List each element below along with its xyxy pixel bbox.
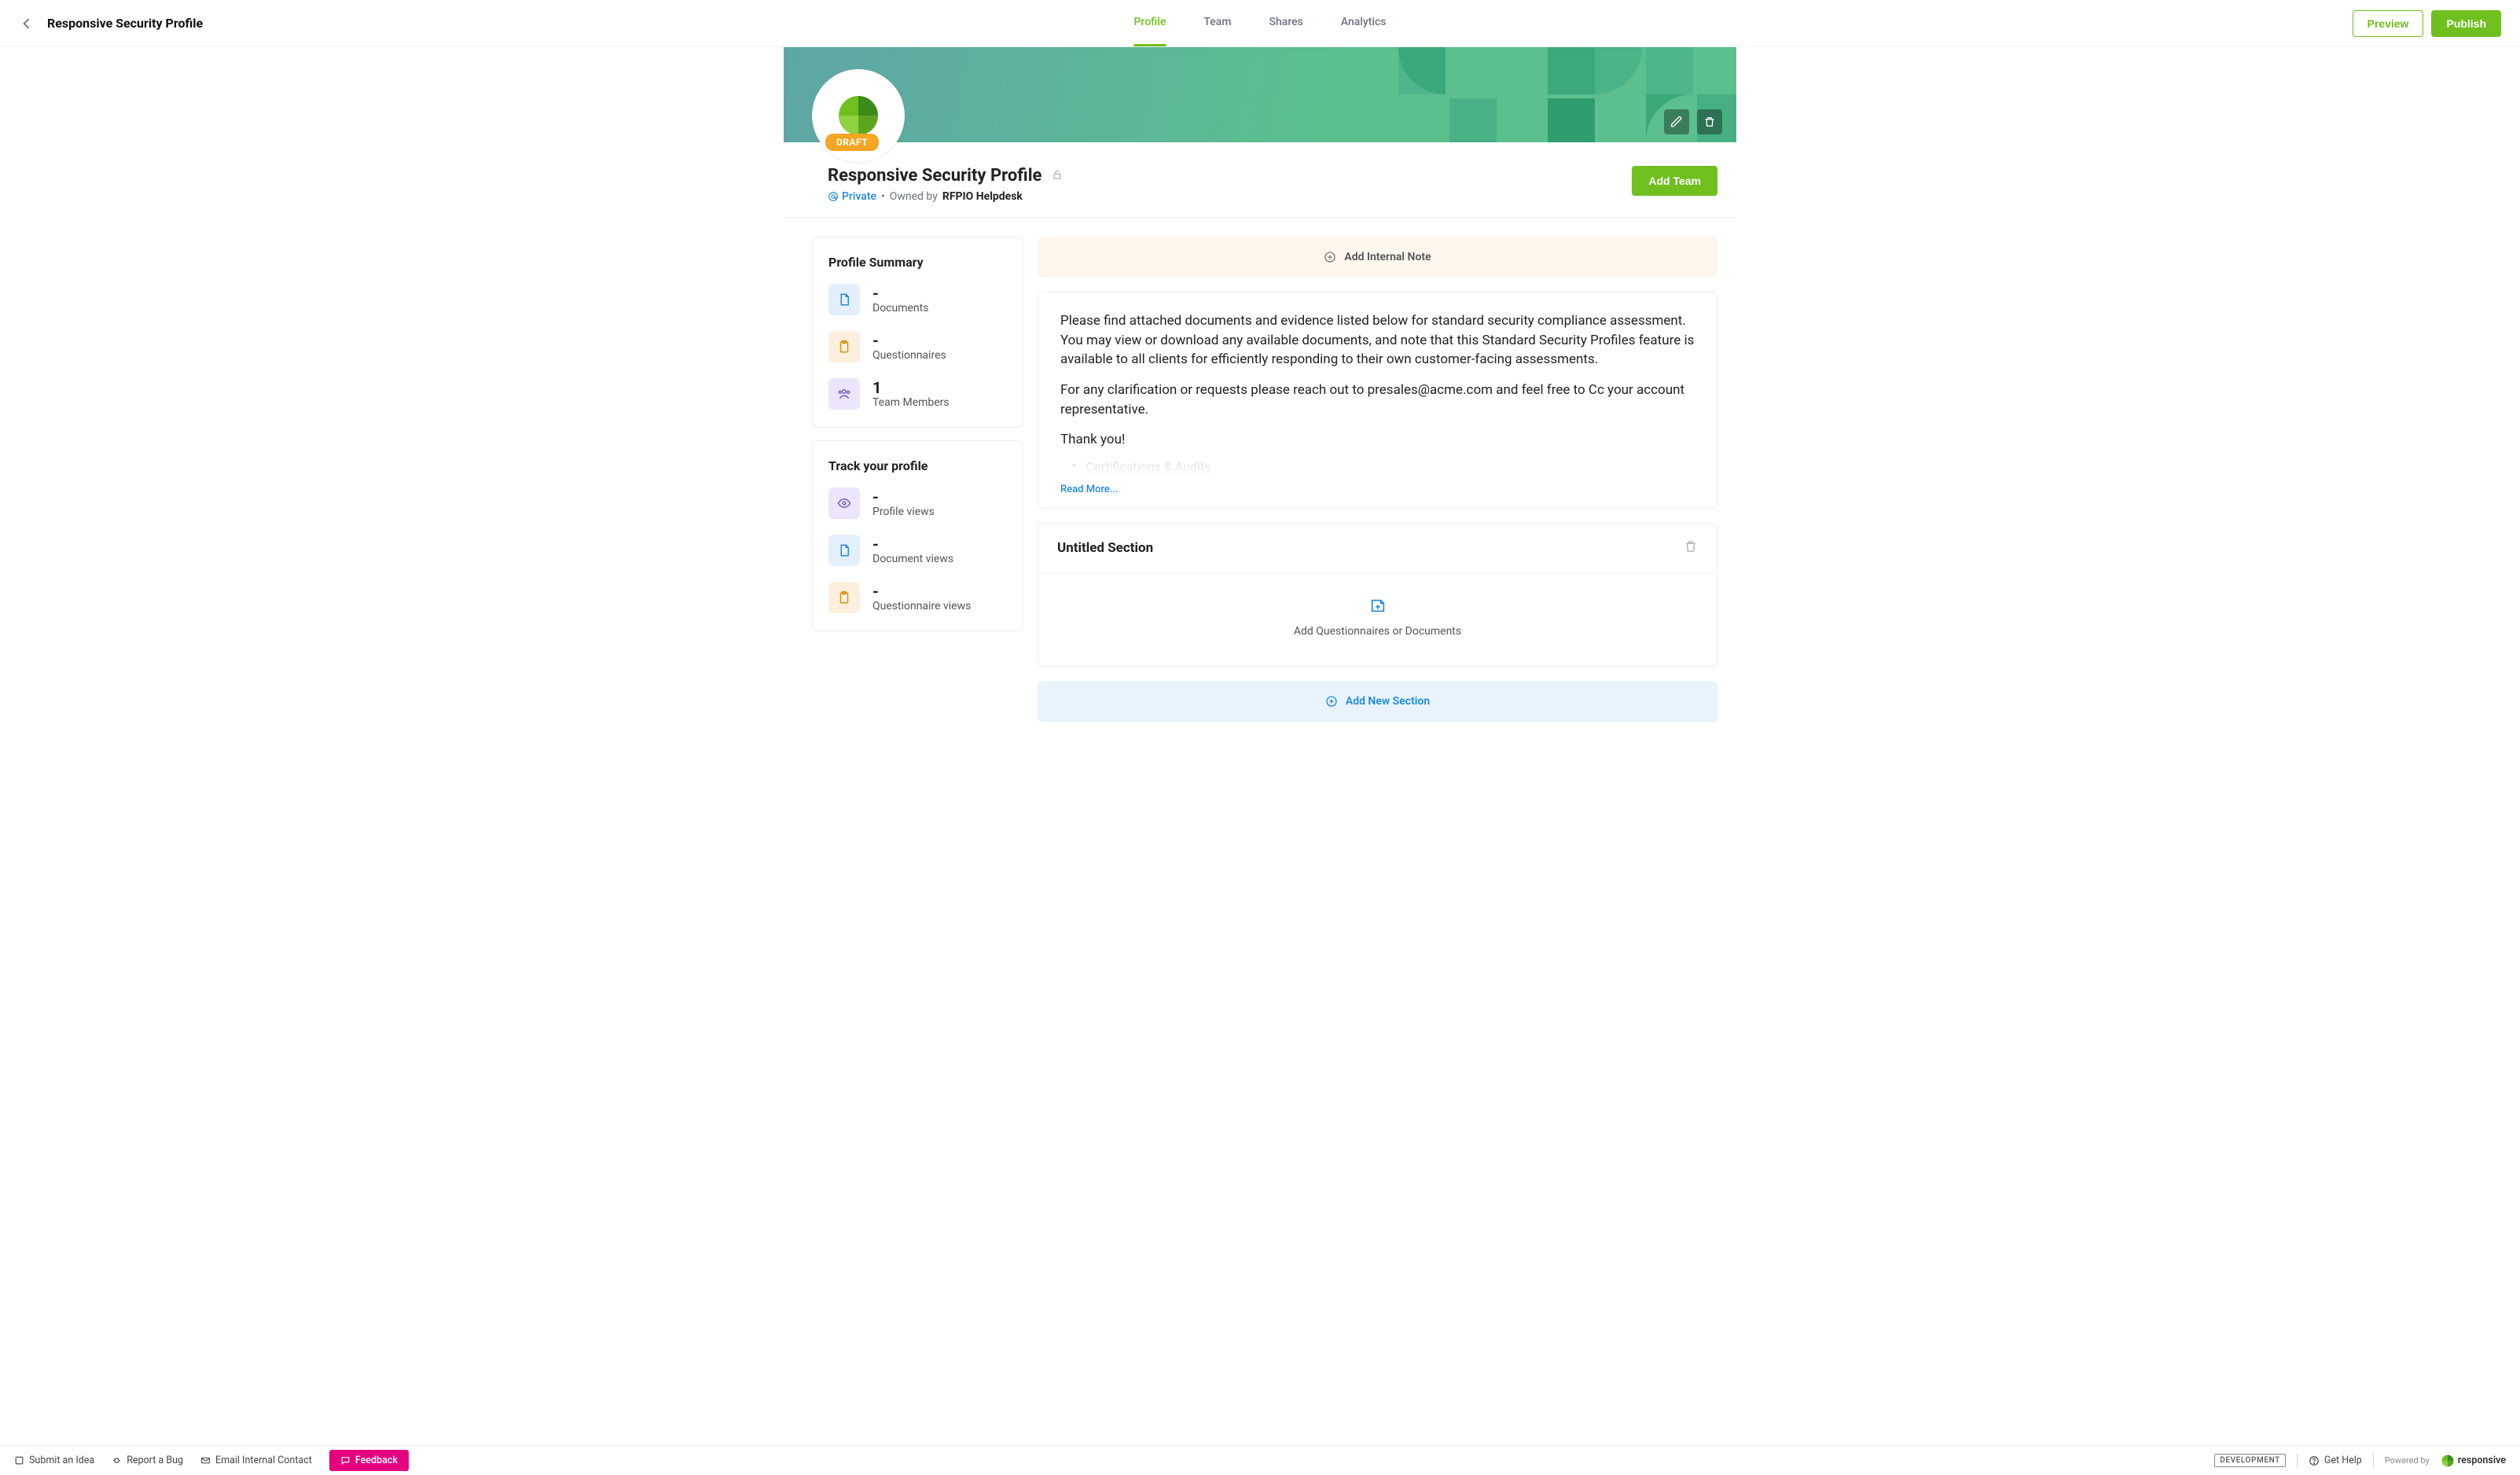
profile-meta: Private • Owned by RFPIO Helpdesk (828, 190, 1063, 203)
page-content: DRAFT Responsive Security Profile Privat… (784, 47, 1736, 769)
delete-banner-button[interactable] (1697, 109, 1722, 134)
plus-circle-icon (1325, 695, 1338, 708)
help-icon (2309, 1455, 2320, 1466)
preview-button[interactable]: Preview (2353, 10, 2424, 37)
get-help-link[interactable]: Get Help (2309, 1455, 2362, 1466)
development-badge: DEVELOPMENT (2214, 1454, 2286, 1467)
report-bug-link[interactable]: Report a Bug (112, 1455, 183, 1466)
stat-label: Profile views (872, 506, 935, 518)
add-file-icon (1369, 597, 1387, 617)
profile-title: Responsive Security Profile (828, 166, 1041, 186)
section-card: Untitled Section Add Questionnaires or D… (1038, 523, 1717, 667)
stat-value: - (872, 583, 971, 600)
stat-profile-views: - Profile views (828, 487, 1007, 519)
pencil-icon (1670, 116, 1683, 128)
divider (2297, 1454, 2298, 1468)
sidebar: Profile Summary - Documents - (812, 237, 1023, 722)
read-more-link[interactable]: Read More... (1060, 484, 1695, 495)
lock-icon (1051, 168, 1063, 184)
profile-summary-card: Profile Summary - Documents - (812, 237, 1023, 428)
tab-team[interactable]: Team (1203, 0, 1231, 46)
powered-by-label: Powered by (2385, 1455, 2430, 1466)
owner-name: RFPIO Helpdesk (942, 190, 1023, 203)
tab-shares[interactable]: Shares (1269, 0, 1303, 46)
back-arrow-icon[interactable] (19, 16, 35, 31)
eye-icon (828, 487, 860, 519)
footer-bar: Submit an Idea Report a Bug Email Intern… (0, 1445, 2520, 1475)
mail-icon (200, 1455, 211, 1466)
chat-icon (340, 1455, 351, 1466)
stat-label: Questionnaires (872, 349, 946, 362)
visibility-label: Private (842, 190, 876, 203)
at-icon (828, 191, 839, 202)
stat-value: 1 (872, 379, 950, 396)
stat-label: Documents (872, 302, 928, 314)
submit-idea-link[interactable]: Submit an Idea (14, 1455, 94, 1466)
main-column: Add Internal Note Please find attached d… (1038, 237, 1717, 722)
clipboard-icon (828, 582, 860, 613)
brand-name: responsive (2458, 1455, 2506, 1466)
add-section-label: Add New Section (1346, 695, 1430, 708)
stat-label: Questionnaire views (872, 600, 971, 612)
stat-documents: - Documents (828, 284, 1007, 315)
delete-section-button[interactable] (1684, 539, 1698, 557)
description-p1: Please find attached documents and evide… (1060, 311, 1695, 370)
add-new-section-button[interactable]: Add New Section (1038, 681, 1717, 722)
stat-value: - (872, 535, 953, 553)
feedback-button[interactable]: Feedback (329, 1450, 409, 1471)
stat-value: - (872, 332, 946, 349)
stat-label: Team Members (872, 396, 950, 409)
add-internal-note-button[interactable]: Add Internal Note (1038, 237, 1717, 278)
add-content-label: Add Questionnaires or Documents (1294, 625, 1461, 638)
brand-logo[interactable]: responsive (2441, 1454, 2506, 1468)
certifications-link[interactable]: Certifications & Audits (1086, 458, 1211, 476)
section-title[interactable]: Untitled Section (1057, 540, 1153, 556)
add-content-button[interactable]: Add Questionnaires or Documents (1038, 573, 1717, 666)
document-icon (828, 535, 860, 566)
trash-icon (1703, 116, 1716, 128)
draft-badge: DRAFT (825, 134, 879, 151)
publish-button[interactable]: Publish (2431, 10, 2501, 37)
logo-icon (2441, 1454, 2455, 1468)
page-title: Responsive Security Profile (47, 16, 203, 31)
add-note-label: Add Internal Note (1344, 251, 1431, 263)
visibility-link[interactable]: Private (828, 190, 876, 203)
description-card: Please find attached documents and evide… (1038, 292, 1717, 509)
profile-header: Responsive Security Profile Private • Ow… (784, 142, 1736, 218)
stat-value: - (872, 285, 928, 302)
logo-icon (835, 92, 882, 139)
track-profile-card: Track your profile - Profile views (812, 440, 1023, 631)
edit-banner-button[interactable] (1664, 109, 1689, 134)
tab-analytics[interactable]: Analytics (1341, 0, 1387, 46)
owned-by-label: Owned by (890, 190, 938, 203)
plus-circle-icon (1324, 251, 1336, 263)
tab-profile[interactable]: Profile (1133, 0, 1166, 46)
stat-questionnaire-views: - Questionnaire views (828, 582, 1007, 613)
document-icon (828, 284, 860, 315)
email-contact-link[interactable]: Email Internal Contact (200, 1455, 312, 1466)
summary-title: Profile Summary (828, 255, 1007, 270)
clipboard-icon (828, 331, 860, 362)
divider (2373, 1454, 2374, 1468)
top-bar: Responsive Security Profile Profile Team… (0, 0, 2520, 47)
banner: DRAFT (784, 47, 1736, 142)
add-team-button[interactable]: Add Team (1632, 166, 1717, 196)
tracking-title: Track your profile (828, 458, 1007, 473)
description-p3: Thank you! (1060, 430, 1695, 450)
stat-label: Document views (872, 553, 953, 565)
lightbulb-icon (14, 1455, 24, 1466)
trash-icon (1684, 539, 1698, 554)
team-icon (828, 378, 860, 410)
stat-value: - (872, 488, 935, 506)
stat-team-members: 1 Team Members (828, 378, 1007, 410)
bug-icon (112, 1455, 122, 1466)
stat-questionnaires: - Questionnaires (828, 331, 1007, 362)
description-p2: For any clarification or requests please… (1060, 381, 1695, 419)
main-tabs: Profile Team Shares Analytics (1133, 0, 1386, 46)
stat-document-views: - Document views (828, 535, 1007, 566)
